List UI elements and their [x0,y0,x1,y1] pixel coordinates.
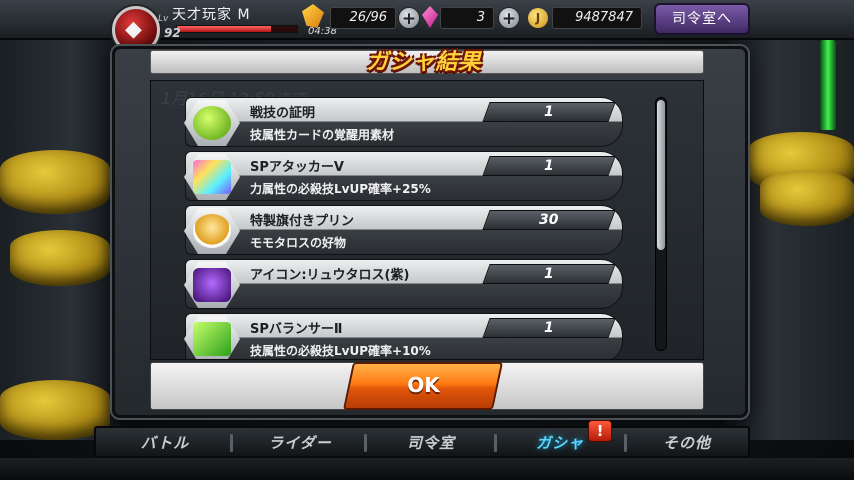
level-tag: Lv [158,14,169,24]
gacha-alert-badge: ! [588,420,612,442]
go-to-hq-button[interactable]: 司令室へ [654,3,750,35]
item-quantity: 1 [482,264,616,284]
item-icon-frame [184,208,240,254]
background-yellow-canister [760,170,854,226]
result-item-row: 特製旗付きプリン モモタロスの好物 30 [184,205,623,255]
item-quantity: 30 [482,210,616,230]
bottom-frame-strip [0,458,854,480]
coin-icon: J [528,8,548,28]
result-item-row: SPアタッカーV 力属性の必殺技LvUP確率+25% 1 [184,151,623,201]
nav-tab-hq[interactable]: 司令室 [372,430,490,456]
result-list[interactable]: 1月16日 12:59まで 戦技の証明 技属性カードの覚醒用素材 1 SPアタッ… [150,80,704,360]
item-icon-frame [184,100,240,146]
add-gems-button[interactable]: + [498,7,520,29]
nav-tab-rider[interactable]: ライダー [240,430,360,456]
bottom-navigation: バトル ライダー 司令室 ガシャ その他 [94,426,750,458]
stamina-icon [302,4,324,28]
rainbow-card-icon [193,160,231,194]
background-yellow-canister [10,230,110,286]
item-quantity: 1 [482,102,616,122]
item-quantity-value: 1 [544,104,554,120]
item-name: アイコン:リュウタロス(紫) [250,268,410,283]
result-item-row: SPバランサーⅡ 技属性の必殺技LvUP確率+10% 1 [184,313,623,359]
item-quantity: 1 [482,318,616,338]
scrollbar-thumb[interactable] [657,100,665,250]
player-name: 天才玩家 M [172,7,251,23]
ryutaros-icon [193,268,231,302]
nav-separator [364,434,367,452]
result-item-row: アイコン:リュウタロス(紫) 1 [184,259,623,309]
player-level: 92 [164,26,181,40]
item-name: SPアタッカーV [250,160,344,175]
gem-icon [422,6,438,28]
exp-bar [176,25,298,33]
item-description: 力属性の必殺技LvUP確率+25% [250,182,431,196]
item-quantity-value: 1 [544,320,554,336]
game-screen: 天才玩家 M 04:38 26/96 + 3 + J 9487847 司令室へ … [0,0,854,480]
nav-separator [494,434,497,452]
nav-separator [624,434,627,452]
item-description: 技属性の必殺技LvUP確率+10% [250,344,431,358]
nav-tab-battle[interactable]: バトル [110,430,220,456]
pudding-icon [193,214,231,248]
green-orb-icon [193,106,231,140]
item-description: モモタロスの好物 [250,236,347,250]
dialog-title: ガシャ結果 [366,50,482,75]
coin-count: 9487847 [552,7,642,29]
item-icon-frame [184,262,240,308]
item-name: 特製旗付きプリン [250,214,355,229]
nav-separator [230,434,233,452]
item-name: 戦技の証明 [250,106,316,121]
ok-button-label: OK [406,373,440,397]
ok-button[interactable]: OK [342,362,504,410]
stamina-count: 26/96 [330,7,396,29]
gem-count: 3 [440,7,494,29]
nav-tab-other[interactable]: その他 [632,430,742,456]
item-name: SPバランサーⅡ [250,322,343,337]
green-card-icon [193,322,231,356]
item-quantity-value: 1 [544,266,554,282]
add-stamina-button[interactable]: + [398,7,420,29]
item-description: 技属性カードの覚醒用素材 [250,128,395,142]
item-quantity-value: 1 [544,158,554,174]
item-quantity-value: 30 [539,212,559,228]
background-green-tube [820,40,836,130]
exp-bar-fill [177,26,271,32]
item-icon-frame [184,316,240,359]
emblem-glyph: ◆ [125,17,142,42]
item-quantity: 1 [482,156,616,176]
item-icon-frame [184,154,240,200]
result-item-row: 戦技の証明 技属性カードの覚醒用素材 1 [184,97,623,147]
result-list-scrollbar[interactable] [655,97,667,351]
background-yellow-canister [0,150,110,214]
